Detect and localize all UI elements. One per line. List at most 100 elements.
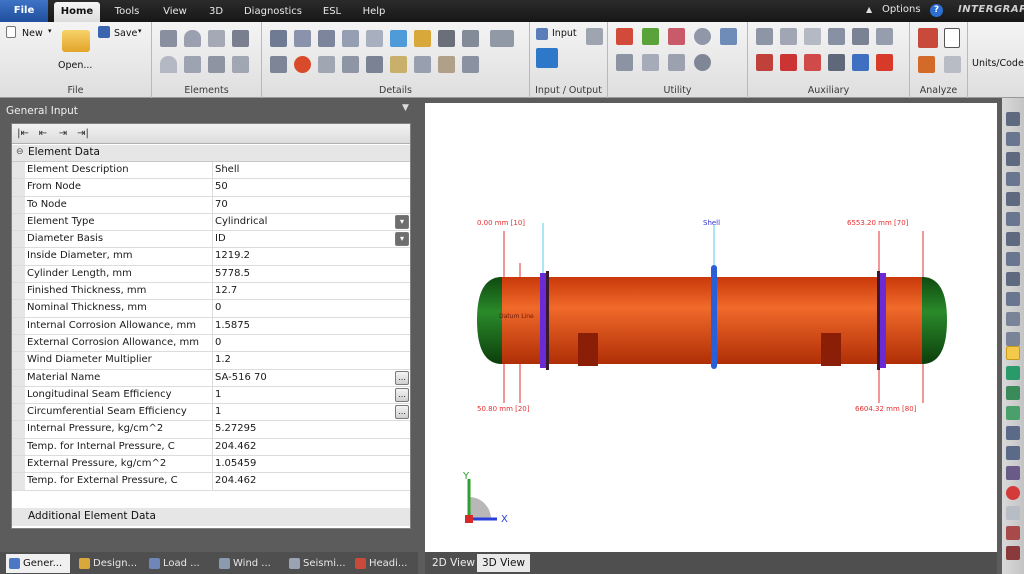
material-icon[interactable] [642,54,659,71]
property-value[interactable]: 1.5875 [215,318,395,334]
compare-icon[interactable] [668,54,685,71]
word-icon[interactable] [852,54,869,71]
menu-tab-help[interactable]: Help [356,2,392,22]
property-row[interactable]: From Node 50 [12,179,410,197]
tubesheet-icon[interactable] [318,30,335,47]
rigging-icon[interactable] [438,56,455,73]
basering-icon[interactable] [414,56,431,73]
template-icon[interactable] [804,28,821,45]
property-row[interactable]: Element Description Shell [12,162,410,180]
tab-heading[interactable]: Headi... [352,554,416,573]
body-flange-icon[interactable] [160,56,177,73]
select-icon[interactable] [1006,426,1020,440]
property-value[interactable]: 1219.2 [215,248,395,264]
units-code-button[interactable]: Units/Code [972,58,1024,69]
document-icon[interactable] [944,28,960,48]
property-value[interactable]: 5.27295 [215,421,395,437]
lining-icon[interactable] [390,56,407,73]
saddle-icon[interactable] [270,56,287,73]
property-value[interactable]: 0 [215,300,395,316]
tab-design[interactable]: Design... [76,554,142,573]
save-dropdown-icon[interactable]: ▾ [138,27,142,35]
previous-element-icon[interactable]: ⇤ [36,127,50,141]
move-icon[interactable] [1006,386,1020,400]
first-element-icon[interactable]: |⇤ [16,127,30,141]
view-front-icon[interactable] [1006,112,1020,126]
collapse-icon[interactable]: ⊖ [16,147,26,157]
tray-icon[interactable] [438,30,455,47]
welded-flat-icon[interactable] [232,30,249,47]
print-icon[interactable] [1006,546,1020,560]
next-element-icon[interactable]: ⇥ [56,127,70,141]
property-row[interactable]: Temp. for External Pressure, C 204.462 [12,473,410,491]
property-row[interactable]: Longitudinal Seam Efficiency 1... [12,386,410,405]
insulation-icon[interactable] [414,30,431,47]
ladder-icon[interactable] [462,30,479,47]
cone-element-icon[interactable] [208,30,225,47]
property-row[interactable]: External Pressure, kg/cm^2 1.05459 [12,456,410,474]
fit-icon[interactable] [876,28,893,45]
cylinder-element-icon[interactable] [160,30,177,47]
ellipsis-button[interactable]: ... [395,370,409,385]
clip-icon[interactable] [1006,506,1020,520]
additional-element-data-header[interactable]: Additional Element Data [12,508,410,526]
zoom-window-icon[interactable] [1006,312,1020,326]
ellipsis-button[interactable]: ... [395,405,409,420]
red-tool-icon[interactable] [780,54,797,71]
liquid-icon[interactable] [366,56,383,73]
view-left-icon[interactable] [1006,192,1020,206]
property-value[interactable]: 50 [215,179,395,195]
record-icon[interactable] [1006,486,1020,500]
property-value[interactable]: SA-516 70 [215,370,395,386]
ring-icon[interactable] [462,56,479,73]
view-iso3-icon[interactable] [1006,272,1020,286]
tab-3d-view[interactable]: 3D View [477,554,531,572]
property-value[interactable]: Shell [215,162,395,178]
skirt-icon[interactable] [184,56,201,73]
bellows-icon[interactable] [208,56,225,73]
3d-viewport[interactable]: 0.00 mm [10] Shell 6553.20 mm [70] 50.80… [425,103,997,552]
property-value[interactable]: Cylindrical [215,214,395,230]
packing-icon[interactable] [232,56,249,73]
property-value[interactable]: 1 [215,404,395,420]
stiffener-icon[interactable] [270,30,287,47]
report-icon[interactable] [756,28,773,45]
drawing-icon[interactable] [828,28,845,45]
sheet-icon[interactable] [780,28,797,45]
hide-icon[interactable] [1006,526,1020,540]
error-check-icon[interactable] [918,56,935,73]
ladder-detail-icon[interactable] [852,28,869,45]
add-icon[interactable] [1006,406,1020,420]
property-row[interactable]: To Node 70 [12,196,410,214]
property-value[interactable]: 1.05459 [215,456,395,472]
pointer-icon[interactable] [1006,446,1020,460]
property-row[interactable]: Material Name SA-516 70... [12,369,410,387]
zoom-extents-icon[interactable] [1006,332,1020,346]
options-menu[interactable]: Options [882,4,921,15]
export-icon[interactable] [756,54,773,71]
force-moment-icon[interactable] [366,30,383,47]
weight-icon[interactable] [342,30,359,47]
vessel-model[interactable]: 0.00 mm [10] Shell 6553.20 mm [70] 50.80… [425,103,997,552]
property-row[interactable]: Wind Diameter Multiplier 1.2 [12,352,410,370]
help-icon[interactable]: ? [930,4,943,17]
property-row[interactable]: Temp. for Internal Pressure, C 204.462 [12,438,410,457]
property-value[interactable]: 1.2 [215,352,395,368]
property-row[interactable]: Inside Diameter, mm 1219.2 [12,248,410,266]
menu-tab-view[interactable]: View [156,2,194,22]
input-button[interactable]: Input [552,28,577,39]
ellipsis-button[interactable]: ... [395,387,409,402]
nozzle-icon[interactable] [294,30,311,47]
view-back-icon[interactable] [1006,132,1020,146]
view-iso2-icon[interactable] [1006,252,1020,266]
units-icon[interactable] [668,28,685,45]
view-iso4-icon[interactable] [1006,292,1020,306]
run-icon[interactable] [944,56,961,73]
lug-icon[interactable] [490,30,514,47]
property-value[interactable]: 204.462 [215,439,395,455]
platform-icon[interactable] [390,30,407,47]
property-row[interactable]: External Corrosion Allowance, mm 0 [12,334,410,353]
menu-tab-home[interactable]: Home [54,2,100,22]
open-folder-icon[interactable] [62,30,90,52]
globe-icon[interactable] [694,54,711,71]
